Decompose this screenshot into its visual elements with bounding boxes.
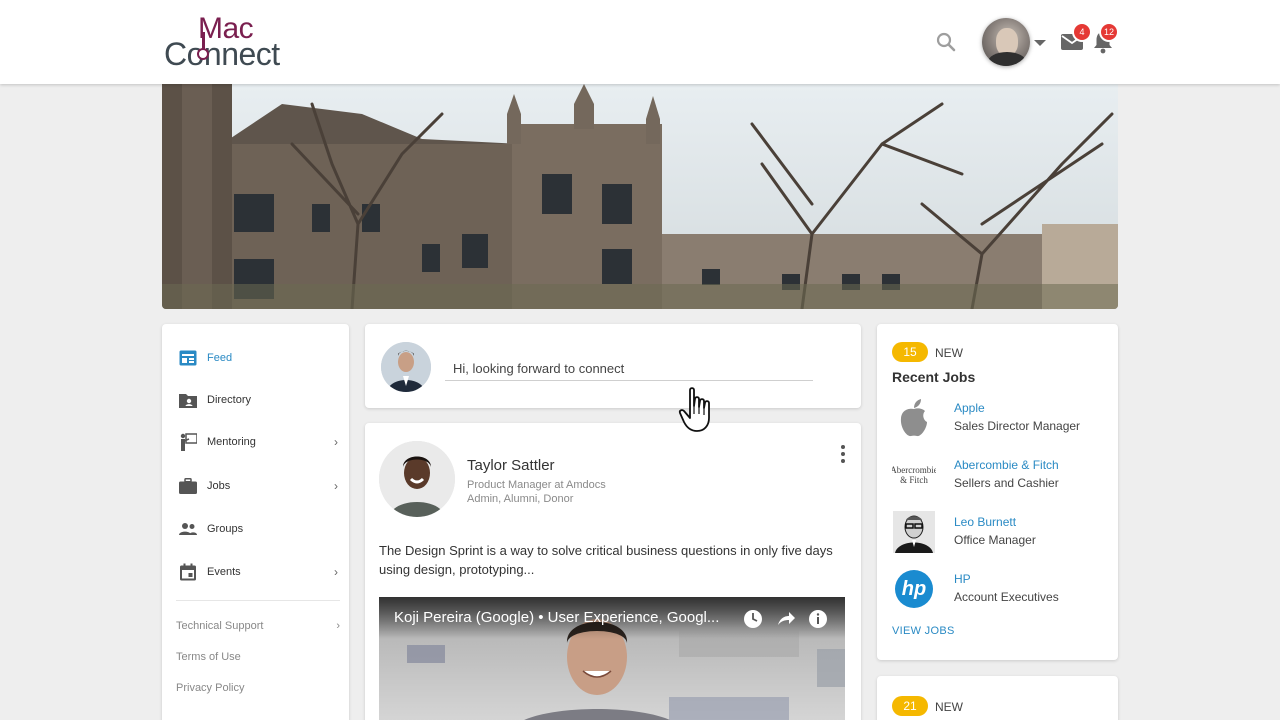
video-title[interactable]: Koji Pereira (Google) • User Experience,… bbox=[394, 609, 734, 626]
chevron-down-icon[interactable] bbox=[1034, 40, 1046, 46]
post-author-tags: Admin, Alumni, Donor bbox=[467, 493, 574, 505]
sidebar-item-jobs[interactable]: Jobs › bbox=[178, 474, 338, 498]
composer-avatar bbox=[381, 342, 431, 392]
sidebar-item-label: Groups bbox=[207, 523, 244, 535]
job-title: Account Executives bbox=[954, 590, 1059, 604]
calendar-icon bbox=[178, 563, 198, 581]
sidebar-item-mentoring[interactable]: Mentoring › bbox=[178, 430, 338, 454]
privacy-policy-link[interactable]: Privacy Policy bbox=[176, 682, 340, 694]
chevron-right-icon: › bbox=[334, 479, 338, 493]
hp-logo: hp bbox=[892, 567, 936, 611]
sidebar-item-label: Directory bbox=[207, 394, 252, 406]
terms-of-use-link[interactable]: Terms of Use bbox=[176, 651, 340, 663]
search-button[interactable] bbox=[934, 30, 958, 54]
sidebar-divider bbox=[176, 600, 340, 601]
sidebar-item-label: Jobs bbox=[207, 480, 231, 492]
notifications-button[interactable]: 12 bbox=[1092, 24, 1118, 54]
more-options-icon[interactable] bbox=[835, 443, 851, 465]
recent-jobs-heading: Recent Jobs bbox=[892, 369, 976, 385]
job-company[interactable]: HP bbox=[954, 572, 971, 586]
technical-support-link[interactable]: Technical Support › bbox=[176, 620, 340, 632]
apple-logo-icon bbox=[892, 396, 936, 440]
job-item-hp[interactable]: hp HP Account Executives bbox=[892, 567, 1112, 615]
post-author-name[interactable]: Taylor Sattler bbox=[467, 457, 555, 474]
hand-pointer-cursor-icon bbox=[678, 387, 710, 432]
recent-jobs-card: 15 NEW Recent Jobs Apple Sales Director … bbox=[877, 324, 1118, 660]
footer-link-label: Terms of Use bbox=[176, 651, 241, 663]
post-composer bbox=[365, 324, 861, 408]
post-author-avatar[interactable] bbox=[379, 441, 455, 517]
sidebar-item-directory[interactable]: Directory bbox=[178, 388, 338, 412]
job-title: Office Manager bbox=[954, 533, 1036, 547]
top-bar: Mac Connect 4 12 bbox=[0, 0, 1280, 84]
sidebar-item-label: Mentoring bbox=[207, 436, 256, 448]
campus-illustration bbox=[162, 84, 1118, 309]
job-title: Sellers and Cashier bbox=[954, 476, 1059, 490]
job-item-abercrombie[interactable]: Abercrombie & Fitch Abercombie & Fitch S… bbox=[892, 453, 1112, 501]
notifications-badge: 12 bbox=[1101, 24, 1118, 40]
share-icon[interactable] bbox=[776, 609, 796, 629]
user-photo bbox=[381, 342, 431, 392]
groups-icon bbox=[178, 520, 198, 538]
abercrombie-logo-text: Abercrombie & Fitch bbox=[892, 465, 936, 485]
feed-icon bbox=[178, 349, 198, 367]
directory-icon bbox=[178, 391, 198, 409]
new-count-badge: 21 bbox=[892, 696, 928, 716]
sidebar-item-events[interactable]: Events › bbox=[178, 560, 338, 584]
new-label: NEW bbox=[935, 346, 963, 360]
chevron-right-icon: › bbox=[336, 620, 340, 632]
feed-post: Taylor Sattler Product Manager at Amdocs… bbox=[365, 423, 861, 720]
sidebar-nav: Feed Directory Mentoring › Jobs › Groups… bbox=[162, 324, 349, 720]
job-item-apple[interactable]: Apple Sales Director Manager bbox=[892, 396, 1112, 444]
composer-input[interactable] bbox=[445, 356, 813, 381]
messages-badge: 4 bbox=[1074, 24, 1090, 40]
post-text: The Design Sprint is a way to solve crit… bbox=[379, 543, 833, 577]
chevron-right-icon: › bbox=[334, 565, 338, 579]
chevron-right-icon: › bbox=[334, 435, 338, 449]
new-jobs-count-badge: 15 bbox=[892, 342, 928, 362]
avatar-body bbox=[988, 52, 1026, 66]
leo-burnett-logo bbox=[892, 510, 936, 554]
job-company[interactable]: Leo Burnett bbox=[954, 515, 1016, 529]
post-author-role: Product Manager at Amdocs bbox=[467, 479, 606, 491]
job-company[interactable]: Abercombie & Fitch bbox=[954, 458, 1059, 472]
campus-banner-image bbox=[162, 84, 1118, 309]
user-avatar[interactable] bbox=[982, 18, 1030, 66]
job-company[interactable]: Apple bbox=[954, 401, 985, 415]
mentoring-icon bbox=[178, 433, 198, 451]
view-jobs-link[interactable]: VIEW JOBS bbox=[892, 625, 955, 637]
watch-later-icon[interactable] bbox=[743, 609, 763, 629]
footer-link-label: Technical Support bbox=[176, 620, 264, 632]
job-title: Sales Director Manager bbox=[954, 419, 1081, 433]
new-items-card: 21 NEW bbox=[877, 676, 1118, 720]
logo-pin-icon bbox=[197, 48, 209, 60]
sidebar-item-label: Events bbox=[207, 566, 241, 578]
abercrombie-logo: Abercrombie & Fitch bbox=[892, 453, 936, 497]
macconnect-logo[interactable]: Mac Connect bbox=[164, 12, 314, 72]
search-icon bbox=[936, 32, 956, 52]
job-item-leo-burnett[interactable]: Leo Burnett Office Manager bbox=[892, 510, 1112, 558]
hp-logo-text: hp bbox=[901, 577, 927, 600]
video-player[interactable]: Koji Pereira (Google) • User Experience,… bbox=[379, 597, 845, 720]
footer-link-label: Privacy Policy bbox=[176, 682, 245, 694]
sidebar-item-groups[interactable]: Groups bbox=[178, 517, 338, 541]
briefcase-icon bbox=[178, 477, 198, 495]
messages-button[interactable]: 4 bbox=[1060, 24, 1090, 52]
logo-text-connect: Connect bbox=[164, 36, 280, 72]
info-icon[interactable] bbox=[808, 609, 828, 629]
sidebar-item-feed[interactable]: Feed bbox=[178, 346, 338, 370]
sidebar-item-label: Feed bbox=[207, 352, 233, 364]
author-photo bbox=[379, 441, 455, 517]
new-label: NEW bbox=[935, 700, 963, 714]
